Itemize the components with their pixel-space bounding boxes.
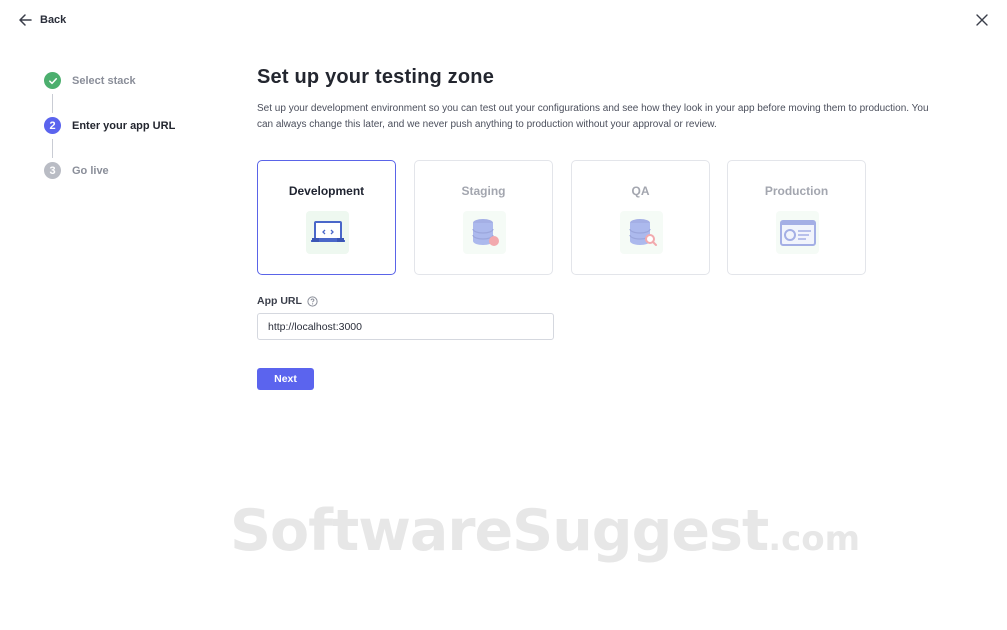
- env-card-qa[interactable]: QA: [571, 160, 710, 275]
- env-icon-box: [306, 211, 349, 254]
- env-card-title: Production: [764, 184, 829, 198]
- step-enter-url[interactable]: 2 Enter your app URL: [44, 117, 175, 134]
- help-icon[interactable]: [307, 295, 318, 307]
- watermark-suffix: .com: [768, 519, 861, 559]
- env-card-title: Development: [288, 184, 365, 198]
- browser-window-icon: [779, 219, 816, 246]
- env-icon-box: [463, 211, 506, 254]
- check-icon: [48, 77, 57, 84]
- env-card-title: QA: [631, 184, 650, 198]
- env-card-staging[interactable]: Staging: [414, 160, 553, 275]
- database-alert-icon: [471, 218, 499, 246]
- top-bar: Back: [0, 0, 1007, 40]
- step-label: Go live: [72, 164, 109, 177]
- step-select-stack[interactable]: Select stack: [44, 72, 136, 89]
- back-button[interactable]: Back: [18, 11, 66, 29]
- step-connector: [52, 94, 53, 113]
- step-number: 3: [44, 162, 61, 179]
- watermark-main: SoftwareSuggest: [230, 498, 769, 564]
- app-url-label: App URL: [257, 295, 302, 307]
- close-icon: [976, 14, 988, 26]
- step-number: 2: [44, 117, 61, 134]
- page-description: Set up your development environment so y…: [257, 103, 929, 130]
- app-url-label-row: App URL: [257, 295, 318, 307]
- arrow-left-icon: [19, 14, 32, 26]
- env-icon-box: [620, 211, 663, 254]
- close-button[interactable]: [973, 11, 991, 29]
- page-title: Set up your testing zone: [257, 66, 495, 88]
- step-label: Select stack: [72, 74, 136, 87]
- step-check-circle: [44, 72, 61, 89]
- database-search-icon: [628, 218, 657, 246]
- env-card-title: Staging: [461, 184, 506, 198]
- step-go-live[interactable]: 3 Go live: [44, 162, 109, 179]
- next-button[interactable]: Next: [257, 368, 314, 390]
- env-card-development[interactable]: Development: [257, 160, 396, 275]
- back-label: Back: [40, 14, 67, 26]
- env-icon-box: [776, 211, 819, 254]
- env-card-production[interactable]: Production: [727, 160, 866, 275]
- laptop-code-icon: [310, 220, 345, 242]
- step-label: Enter your app URL: [72, 119, 176, 132]
- watermark: SoftwareSuggest.com: [230, 498, 860, 564]
- app-url-input[interactable]: [257, 313, 554, 340]
- step-connector: [52, 139, 53, 158]
